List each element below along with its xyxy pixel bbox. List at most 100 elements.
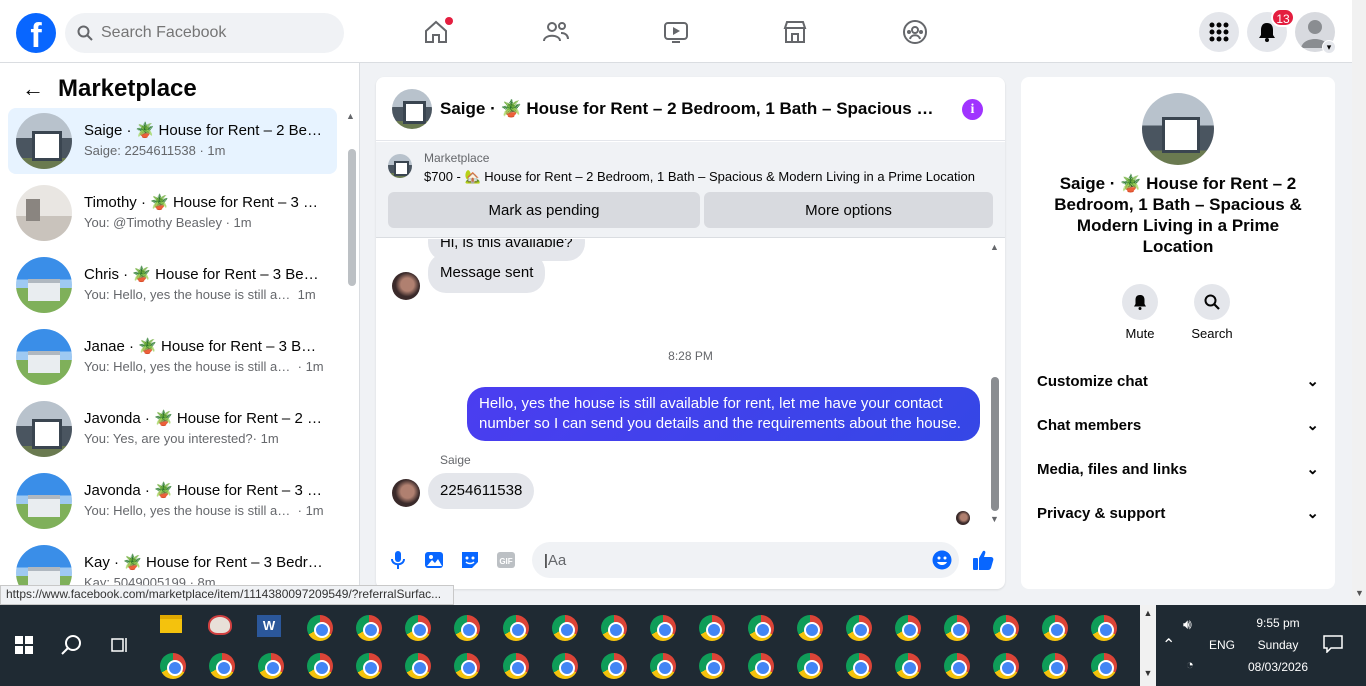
chrome-app-icon[interactable] [1091, 615, 1117, 641]
media-files-links-section[interactable]: Media, files and links ⌄ [1037, 457, 1319, 481]
chrome-app-icon[interactable] [1042, 653, 1068, 679]
show-hidden-icons-chevron-icon[interactable]: ⌃ [1162, 635, 1175, 655]
chrome-app-icon[interactable] [552, 615, 578, 641]
chrome-app-icon[interactable] [748, 653, 774, 679]
sidebar-scrollbar[interactable] [348, 149, 356, 286]
video-icon[interactable] [660, 16, 692, 48]
chrome-app-icon[interactable] [895, 653, 921, 679]
profile-chevron-down-icon[interactable]: ▾ [1322, 40, 1336, 54]
bell-icon[interactable] [1122, 284, 1158, 320]
conversation-item[interactable]: Janae · 🪴 House for Rent – 3 Bedroom You… [8, 324, 337, 390]
chrome-app-icon[interactable] [356, 615, 382, 641]
search-facebook-box[interactable] [65, 13, 344, 53]
chrome-app-icon[interactable] [846, 615, 872, 641]
volume-icon[interactable]: 🔊︎ [1183, 616, 1192, 633]
action-center-icon[interactable] [1323, 635, 1343, 658]
search-icon[interactable] [1194, 284, 1230, 320]
sticker-icon[interactable] [460, 550, 480, 570]
search-action[interactable]: Search [1182, 284, 1242, 341]
chat-title[interactable]: Saige · 🪴 House for Rent – 2 Bedroom, 1 … [440, 99, 944, 119]
chrome-app-icon[interactable] [552, 653, 578, 679]
menu-grid-icon[interactable] [1199, 12, 1239, 52]
sidebar-scroll-up-arrow-icon[interactable]: ▲ [346, 111, 355, 121]
facebook-logo-icon[interactable]: f [16, 13, 56, 53]
chrome-app-icon[interactable] [307, 615, 333, 641]
listing-profile-avatar[interactable] [1142, 93, 1214, 165]
chat-scroll-up-arrow-icon[interactable]: ▲ [990, 242, 999, 252]
back-arrow-icon[interactable]: ← [22, 76, 44, 102]
chrome-app-icon[interactable] [405, 653, 431, 679]
search-input[interactable] [101, 24, 331, 42]
conversation-preview: You: Hello, yes the house is still avail… [84, 359, 294, 374]
chat-scroll-down-arrow-icon[interactable]: ▼ [990, 514, 999, 524]
chrome-app-icon[interactable] [944, 615, 970, 641]
conversation-item[interactable]: Saige · 🪴 House for Rent – 2 Bedroom, 1 … [8, 108, 337, 174]
mute-action[interactable]: Mute [1110, 284, 1170, 341]
clock-date[interactable]: 08/03/2026 [1240, 660, 1316, 674]
taskbar-scroll-down-icon[interactable]: ▼ [1140, 668, 1156, 678]
chrome-app-icon[interactable] [797, 653, 823, 679]
customize-chat-section[interactable]: Customize chat ⌄ [1037, 369, 1319, 393]
page-scroll-down-arrow-icon[interactable]: ▼ [1355, 588, 1364, 598]
like-thumbs-up-icon[interactable] [972, 550, 994, 570]
clock-day[interactable]: Sunday [1248, 638, 1308, 652]
chrome-app-icon[interactable] [405, 615, 431, 641]
page-scrollbar[interactable]: ▼ [1352, 0, 1366, 605]
chrome-app-icon[interactable] [650, 615, 676, 641]
chrome-app-icon[interactable] [650, 653, 676, 679]
chrome-app-icon[interactable] [699, 615, 725, 641]
chrome-app-icon[interactable] [454, 615, 480, 641]
listing-avatar [16, 401, 72, 457]
chrome-app-icon[interactable] [993, 653, 1019, 679]
listing-avatar [16, 329, 72, 385]
chrome-app-icon[interactable] [160, 653, 186, 679]
taskbar-scrollbar[interactable]: ▲ ▼ [1140, 605, 1156, 686]
chrome-app-icon[interactable] [601, 653, 627, 679]
chrome-app-icon[interactable] [797, 615, 823, 641]
chrome-app-icon[interactable] [1091, 653, 1117, 679]
conversation-item[interactable]: Kay · 🪴 House for Rent – 3 Bedroom Kay: … [8, 540, 337, 585]
chrome-app-icon[interactable] [356, 653, 382, 679]
message-input[interactable]: | Aa [532, 542, 959, 578]
chrome-app-icon[interactable] [503, 653, 529, 679]
network-icon[interactable]: ◔ [1186, 657, 1194, 672]
chrome-app-icon[interactable] [748, 615, 774, 641]
sender-avatar[interactable] [392, 479, 420, 507]
chrome-app-icon[interactable] [846, 653, 872, 679]
listing-title[interactable]: $700 - 🏡 House for Rent – 2 Bedroom, 1 B… [424, 169, 975, 185]
friends-icon[interactable] [540, 16, 572, 48]
photo-icon[interactable] [424, 550, 444, 570]
emoji-icon[interactable] [932, 550, 952, 570]
chat-members-section[interactable]: Chat members ⌄ [1037, 413, 1319, 437]
clock-time[interactable]: 9:55 pm [1248, 616, 1308, 630]
chrome-app-icon[interactable] [993, 615, 1019, 641]
chrome-app-icon[interactable] [258, 653, 284, 679]
chrome-app-icon[interactable] [209, 653, 235, 679]
chrome-app-icon[interactable] [1042, 615, 1068, 641]
more-options-button[interactable]: More options [704, 192, 993, 228]
microphone-icon[interactable] [388, 550, 408, 570]
chrome-app-icon[interactable] [895, 615, 921, 641]
conversation-item[interactable]: Timothy · 🪴 House for Rent – 3 Bedroom Y… [8, 180, 337, 246]
chat-scrollbar[interactable] [991, 377, 999, 511]
chrome-app-icon[interactable] [944, 653, 970, 679]
conversation-name: Saige · 🪴 House for Rent – 2 Bedroom, 1 … [84, 122, 324, 139]
chat-listing-avatar[interactable] [392, 88, 432, 129]
groups-icon[interactable] [899, 16, 931, 48]
gif-icon[interactable]: GIF [496, 550, 516, 570]
conversation-item[interactable]: Javonda · 🪴 House for Rent – 2 Bedroom Y… [8, 396, 337, 462]
sender-avatar[interactable] [392, 272, 420, 300]
mark-as-pending-button[interactable]: Mark as pending [388, 192, 700, 228]
privacy-support-section[interactable]: Privacy & support ⌄ [1037, 501, 1319, 525]
chrome-app-icon[interactable] [601, 615, 627, 641]
chrome-app-icon[interactable] [307, 653, 333, 679]
conversation-item[interactable]: Chris · 🪴 House for Rent – 3 Bedroom You… [8, 252, 337, 318]
input-language[interactable]: ENG [1209, 638, 1235, 652]
chrome-app-icon[interactable] [699, 653, 725, 679]
marketplace-icon[interactable] [779, 16, 811, 48]
info-icon[interactable]: i [962, 99, 983, 120]
taskbar-scroll-up-icon[interactable]: ▲ [1140, 608, 1156, 618]
chrome-app-icon[interactable] [503, 615, 529, 641]
chrome-app-icon[interactable] [454, 653, 480, 679]
conversation-item[interactable]: Javonda · 🪴 House for Rent – 3 Bedroom Y… [8, 468, 337, 534]
